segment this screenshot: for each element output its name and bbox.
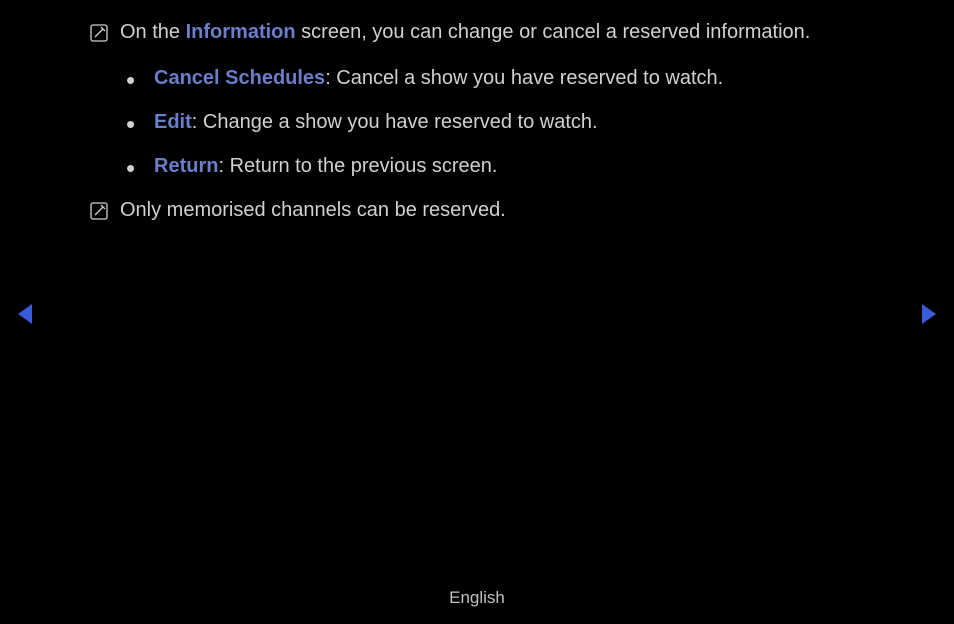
- note-icon: [90, 22, 108, 40]
- note-line-1: On the Information screen, you can chang…: [90, 18, 864, 46]
- note-icon: [90, 200, 108, 218]
- bullet-label: Cancel Schedules: [154, 67, 325, 89]
- note1-highlight: Information: [186, 21, 296, 43]
- list-item: Cancel Schedules: Cancel a show you have…: [126, 64, 864, 92]
- footer-language: English: [0, 588, 954, 608]
- bullet-label: Return: [154, 155, 218, 177]
- bullet-desc: : Change a show you have reserved to wat…: [192, 111, 598, 133]
- note-line-2: Only memorised channels can be reserved.: [90, 196, 864, 224]
- note1-prefix: On the: [120, 21, 186, 43]
- arrow-left-icon: [18, 304, 34, 324]
- bullet-label: Edit: [154, 111, 192, 133]
- main-content: On the Information screen, you can chang…: [0, 0, 954, 224]
- bullet-list: Cancel Schedules: Cancel a show you have…: [90, 64, 864, 180]
- bullet-desc: : Cancel a show you have reserved to wat…: [325, 67, 723, 89]
- arrow-right-icon: [920, 304, 936, 324]
- list-item: Edit: Change a show you have reserved to…: [126, 108, 864, 136]
- list-item: Return: Return to the previous screen.: [126, 152, 864, 180]
- nav-prev-button[interactable]: [18, 304, 34, 330]
- nav-next-button[interactable]: [920, 304, 936, 330]
- bullet-desc: : Return to the previous screen.: [218, 155, 497, 177]
- note1-suffix: screen, you can change or cancel a reser…: [296, 21, 811, 43]
- note-text-2: Only memorised channels can be reserved.: [120, 196, 864, 224]
- note-text-1: On the Information screen, you can chang…: [120, 18, 864, 46]
